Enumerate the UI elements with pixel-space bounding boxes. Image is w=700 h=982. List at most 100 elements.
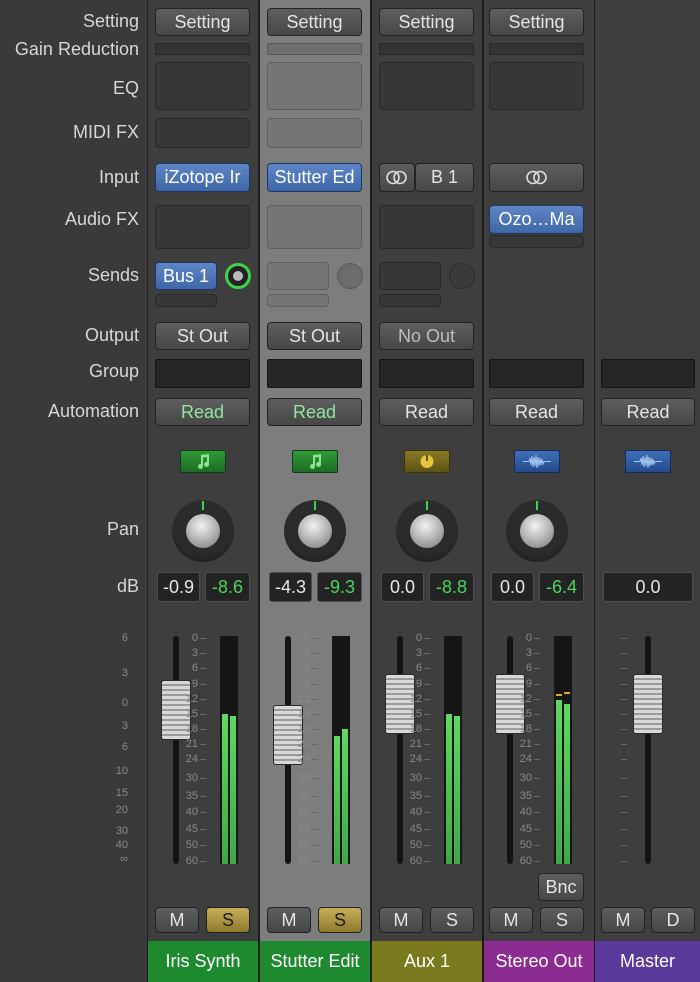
eq-display[interactable]	[379, 62, 474, 110]
automation-mode-button[interactable]: Read	[379, 398, 474, 426]
scale-label: 20	[115, 804, 128, 816]
waveform-icon[interactable]	[625, 450, 671, 473]
label-group: Group	[88, 361, 139, 381]
setting-button[interactable]: Setting	[379, 8, 474, 36]
midi-fx-slot[interactable]	[155, 118, 250, 148]
fader-db-readout[interactable]: -4.3	[269, 572, 312, 602]
eq-display[interactable]	[155, 62, 250, 110]
track-name[interactable]: Stutter Edit	[260, 941, 370, 982]
automation-mode-button[interactable]: Read	[601, 398, 695, 426]
pan-knob[interactable]	[506, 500, 568, 562]
solo-button[interactable]: S	[540, 907, 584, 933]
scale-label: 3	[121, 667, 128, 679]
music-note-icon[interactable]	[292, 450, 338, 473]
track-name[interactable]: Aux 1	[372, 941, 482, 982]
input-slot[interactable]: Stutter Ed	[267, 163, 362, 192]
setting-button[interactable]: Setting	[267, 8, 362, 36]
volume-fader[interactable]	[633, 674, 663, 734]
setting-button[interactable]: Setting	[155, 8, 250, 36]
scale-tick	[200, 653, 206, 654]
setting-button[interactable]: Setting	[489, 8, 584, 36]
stereo-link-icon	[386, 170, 407, 185]
solo-button[interactable]: S	[430, 907, 474, 933]
level-meter	[332, 636, 350, 864]
send-level-knob[interactable]	[449, 263, 475, 289]
send-level-knob[interactable]	[225, 263, 251, 289]
automation-mode-button[interactable]: Read	[489, 398, 584, 426]
send-slot-empty[interactable]	[267, 294, 329, 307]
track-name[interactable]: Master	[595, 941, 700, 982]
mute-button[interactable]: M	[155, 907, 199, 933]
output-slot[interactable]: St Out	[155, 322, 250, 350]
aux-knob-icon[interactable]	[404, 450, 450, 473]
midi-fx-slot[interactable]	[267, 118, 362, 148]
solo-button[interactable]: S	[318, 907, 362, 933]
send-slot-empty[interactable]	[379, 294, 441, 307]
peak-db-readout[interactable]: -8.8	[429, 572, 474, 602]
waveform-icon[interactable]	[514, 450, 560, 473]
send-slot-bus-1[interactable]: Bus 1	[155, 262, 217, 290]
stereo-link-button[interactable]	[379, 163, 415, 192]
scale-tick	[621, 699, 627, 700]
automation-mode-button[interactable]: Read	[267, 398, 362, 426]
audio-fx-plugin-slot[interactable]: Ozo…Ma	[489, 205, 584, 234]
track-name[interactable]: Iris Synth	[148, 941, 258, 982]
audio-fx-slot[interactable]	[267, 205, 362, 249]
meter-scale-label: 15	[185, 708, 198, 720]
mute-button[interactable]: M	[489, 907, 533, 933]
stereo-link-button[interactable]	[489, 163, 584, 192]
track-name[interactable]: Stereo Out	[484, 941, 594, 982]
group-slot[interactable]	[379, 359, 474, 388]
level-meter	[220, 636, 238, 864]
audio-fx-slot-empty[interactable]	[489, 235, 584, 248]
scale-tick	[200, 829, 206, 830]
gain-reduction-meter	[489, 43, 584, 55]
pan-knob[interactable]	[396, 500, 458, 562]
level-meter	[554, 636, 572, 864]
automation-mode-button[interactable]: Read	[155, 398, 250, 426]
group-slot[interactable]	[489, 359, 584, 388]
send-slot-empty[interactable]	[379, 262, 441, 290]
mute-button[interactable]: M	[379, 907, 423, 933]
peak-db-readout[interactable]: -6.4	[539, 572, 584, 602]
fader-db-readout[interactable]: -0.9	[157, 572, 200, 602]
mute-button[interactable]: M	[601, 907, 645, 933]
eq-display[interactable]	[267, 62, 362, 110]
scale-tick	[534, 729, 540, 730]
eq-display[interactable]	[489, 62, 584, 110]
send-slot-empty[interactable]	[267, 262, 329, 290]
meter-scale-label: 60	[519, 855, 532, 867]
fader-db-readout[interactable]: 0.0	[491, 572, 534, 602]
meter-scale-label: 35	[185, 790, 198, 802]
meter-bar-right	[564, 704, 570, 864]
fader-db-readout[interactable]: 0.0	[381, 572, 424, 602]
send-level-knob[interactable]	[337, 263, 363, 289]
pan-knob[interactable]	[284, 500, 346, 562]
bounce-button[interactable]: Bnc	[538, 873, 584, 901]
group-slot[interactable]	[267, 359, 362, 388]
scale-tick	[534, 778, 540, 779]
audio-fx-slot[interactable]	[155, 205, 250, 249]
music-note-icon[interactable]	[180, 450, 226, 473]
fader-db-readout[interactable]: 0.0	[603, 572, 693, 602]
scale-tick	[312, 668, 318, 669]
output-slot[interactable]: No Out	[379, 322, 474, 350]
output-slot[interactable]: St Out	[267, 322, 362, 350]
send-slot-empty[interactable]	[155, 294, 217, 307]
solo-button[interactable]: S	[206, 907, 250, 933]
pan-knob[interactable]	[172, 500, 234, 562]
meter-scale-label: 9	[415, 678, 422, 690]
gain-reduction-meter	[267, 43, 362, 55]
group-slot[interactable]	[601, 359, 695, 388]
audio-fx-slot[interactable]	[379, 205, 474, 249]
mute-button[interactable]: M	[267, 907, 311, 933]
input-slot[interactable]: B 1	[415, 163, 474, 192]
peak-db-readout[interactable]: -8.6	[205, 572, 250, 602]
peak-db-readout[interactable]: -9.3	[317, 572, 362, 602]
group-slot[interactable]	[155, 359, 250, 388]
meter-scale-label: 3	[191, 647, 198, 659]
input-slot[interactable]: iZotope Ir	[155, 163, 250, 192]
scale-label: 15	[115, 787, 128, 799]
dim-button[interactable]: D	[651, 907, 695, 933]
scale-label: 3	[121, 720, 128, 732]
